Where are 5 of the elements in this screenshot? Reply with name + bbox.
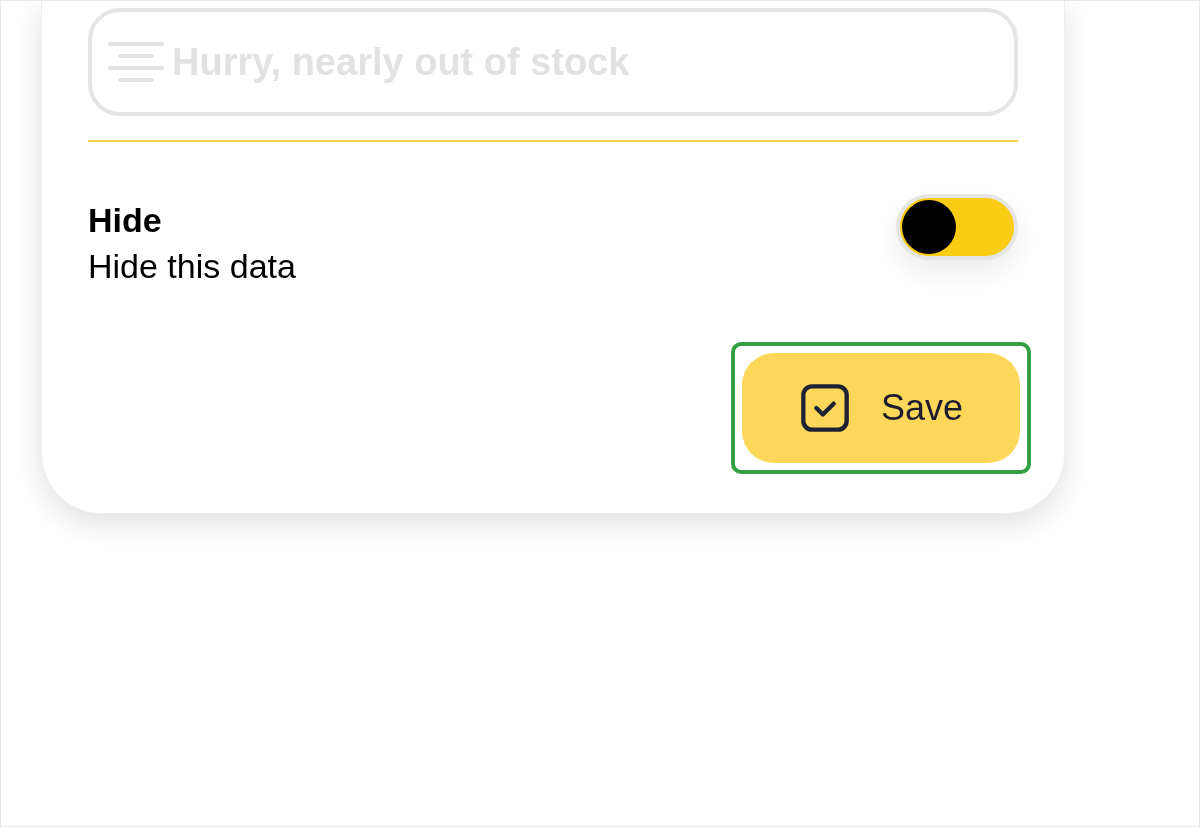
setting-description: Hide this data	[88, 246, 296, 287]
setting-title: Hide	[88, 200, 163, 241]
align-center-icon	[108, 42, 164, 82]
save-button[interactable]: Save	[742, 353, 1020, 463]
checkbox-icon	[798, 382, 851, 434]
